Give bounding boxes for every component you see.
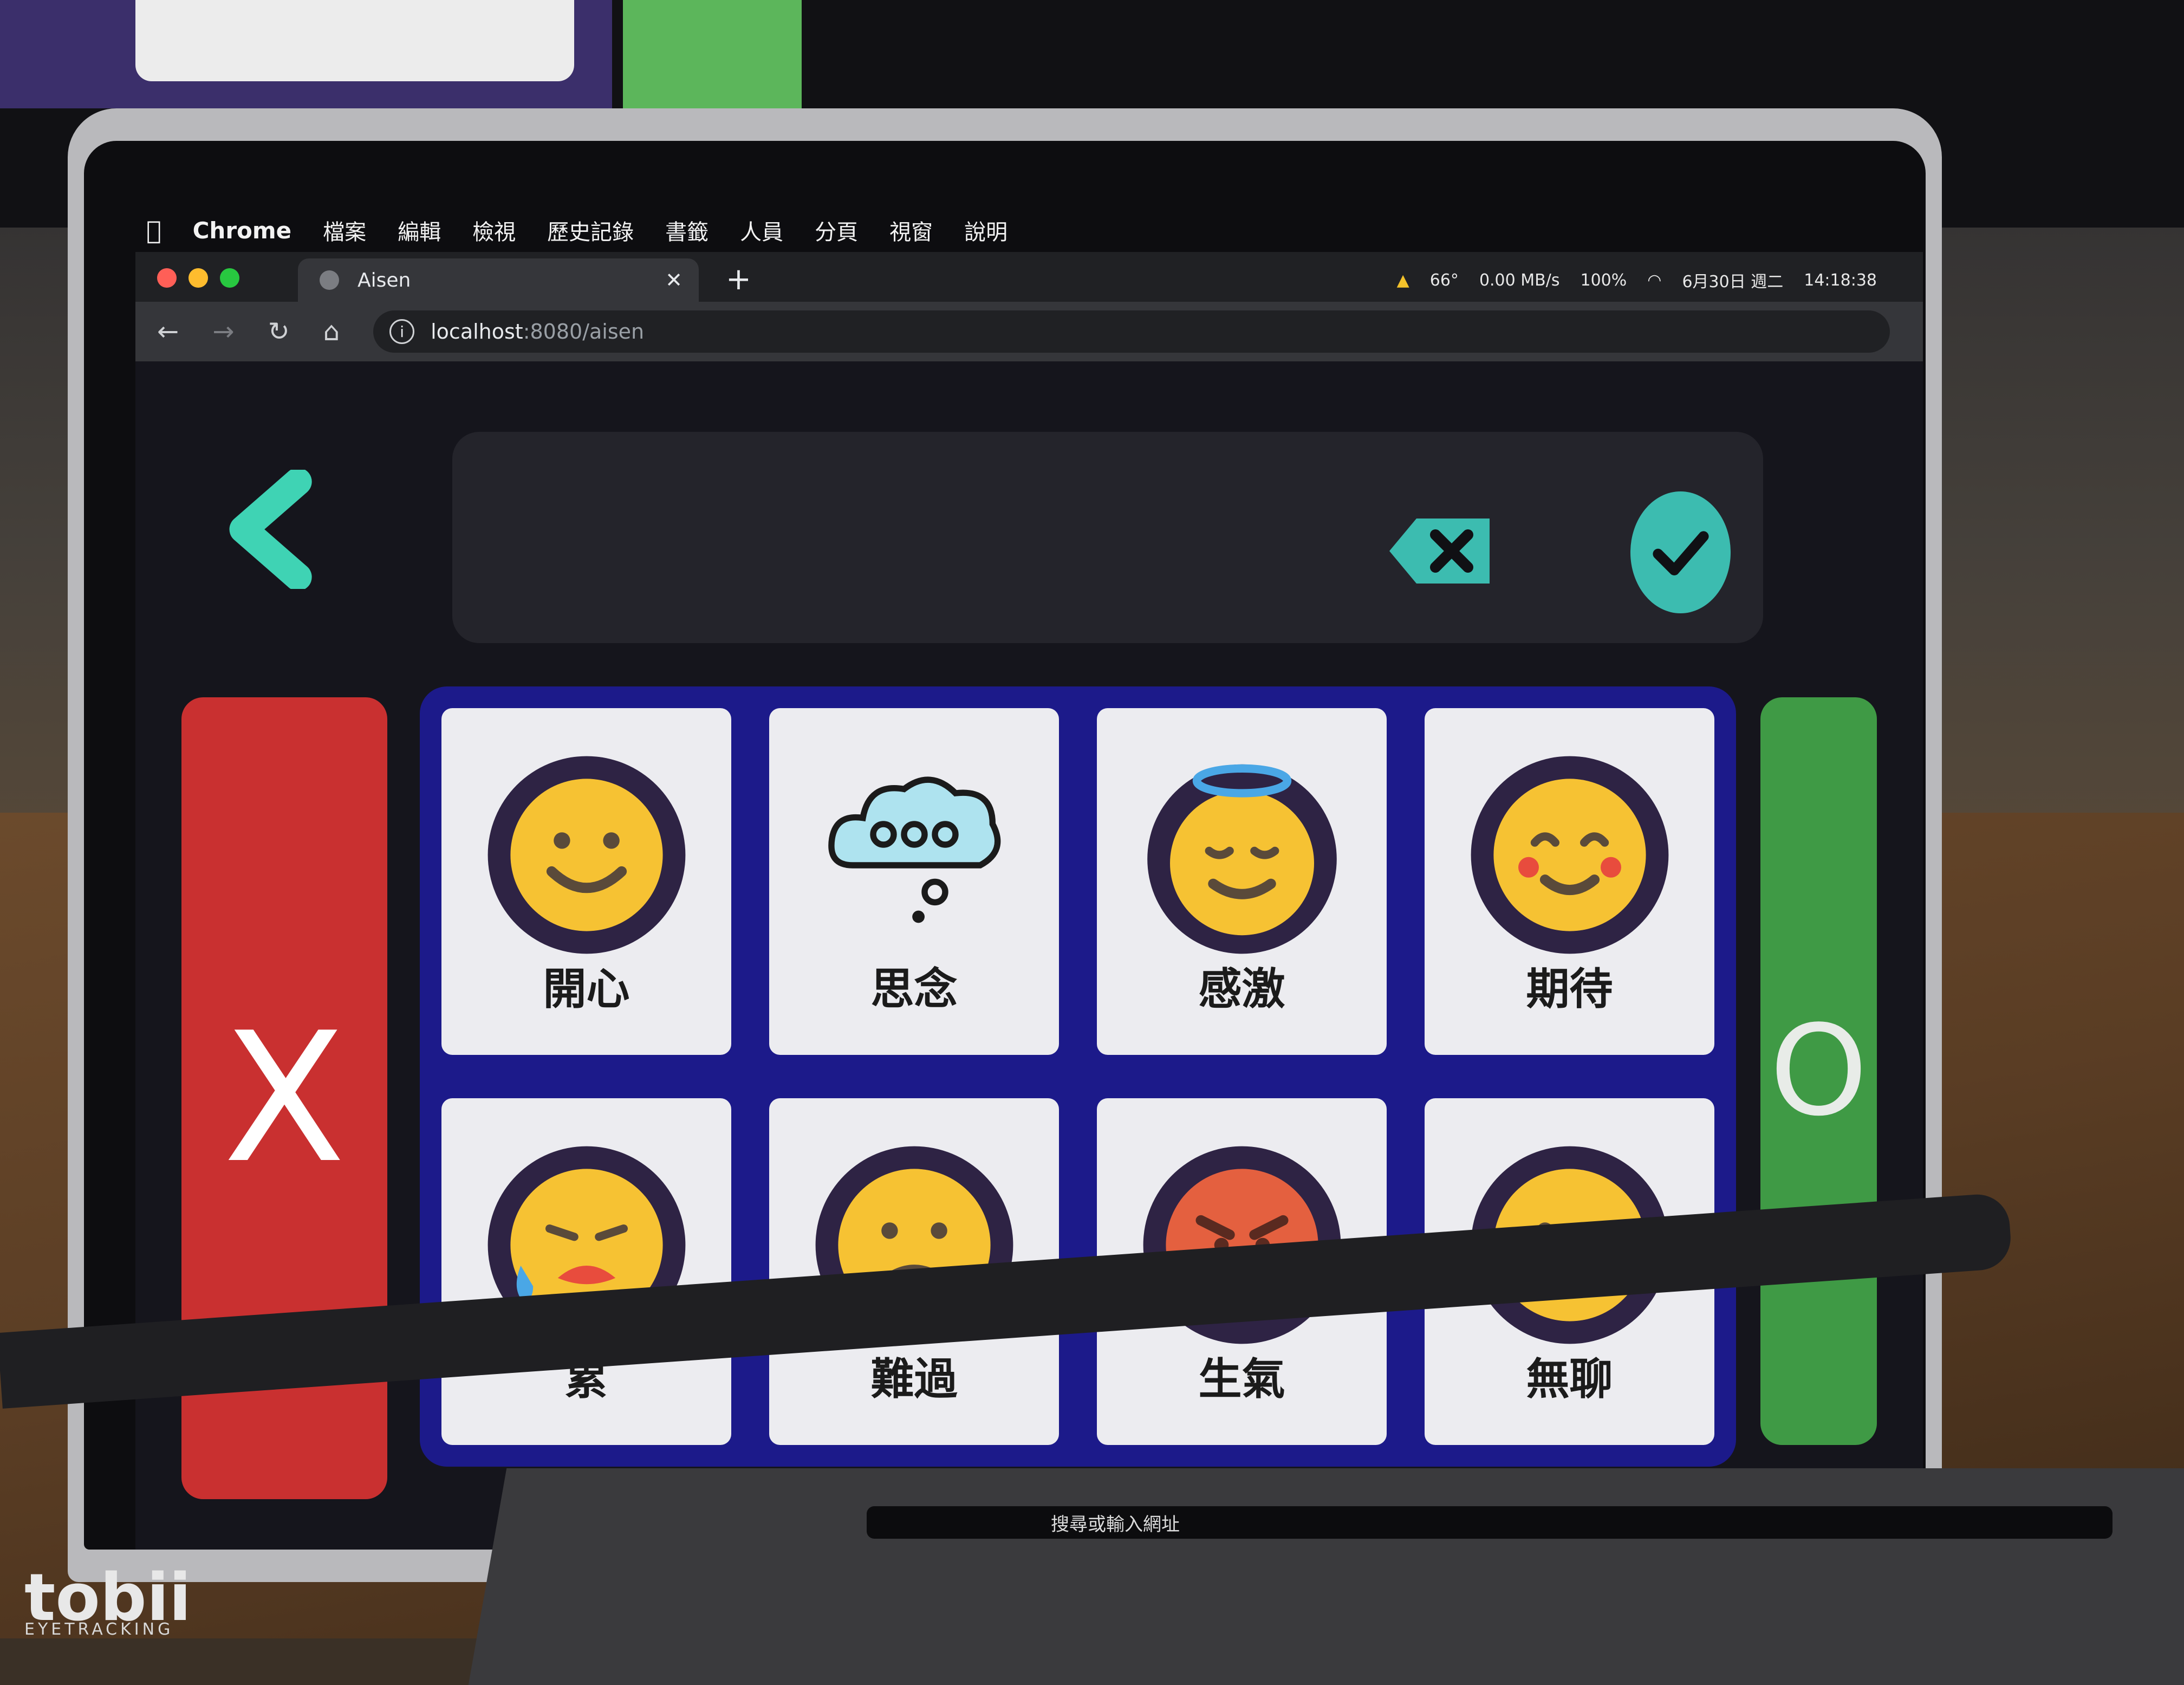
date-readout: 6月30日 週二 [1682,273,1784,291]
menubar-item-view[interactable]: 檢視 [472,215,516,246]
chrome-toolbar: ← → ↻ ⌂ i localhost :8080/aisen [135,302,1923,361]
touchbar-search[interactable]: 搜尋或輸入網址 [1051,1509,1180,1536]
status-bar: ▲ 66° 0.00 MB/s 100% ◠ 6月30日 週二 14:18:38 [1397,268,1877,292]
menubar-app-name[interactable]: Chrome [193,217,292,244]
happy-face-icon [487,756,685,954]
backspace-icon[interactable] [1387,513,1495,589]
home-icon[interactable]: ⌂ [323,316,340,347]
touch-bar[interactable]: 搜尋或輸入網址 [867,1506,2112,1539]
back-chevron-icon[interactable] [217,470,320,589]
emotion-label: 難過 [870,1354,958,1404]
menubar-item-bookmarks[interactable]: 書籤 [665,215,708,246]
wifi-icon[interactable]: ◠ [1647,271,1661,290]
temperature-readout: 66° [1429,270,1459,290]
emotion-card-grateful[interactable]: 感激 [1097,708,1387,1055]
tab-title: Aisen [358,269,411,291]
emotion-label: 思念 [870,964,958,1014]
address-bar[interactable]: i localhost :8080/aisen [373,310,1890,353]
emotion-label: 無聊 [1526,1354,1613,1404]
apple-icon[interactable]:  [146,216,161,245]
angel-face-icon [1147,764,1337,954]
emotion-label: 生氣 [1198,1354,1285,1404]
forward-arrow-icon[interactable]: → [212,316,234,347]
menubar-item-tab[interactable]: 分頁 [815,215,858,246]
tab-aisen[interactable]: Aisen ✕ [298,258,699,302]
window-controls [157,268,239,288]
network-readout: 0.00 MB/s [1479,270,1560,290]
emotion-card-happy[interactable]: 開心 [441,708,731,1055]
menubar-item-window[interactable]: 視窗 [889,215,933,246]
menubar-item-people[interactable]: 人員 [740,215,783,246]
new-tab-button[interactable]: + [726,262,751,297]
url-host: localhost [431,320,523,344]
menubar-item-edit[interactable]: 編輯 [398,215,441,246]
tobii-subtitle: EYETRACKING [24,1620,174,1639]
confirm-button[interactable] [1630,491,1731,613]
thought-cloud-icon [828,776,1000,923]
emotion-card-tired[interactable]: 累 [441,1098,731,1445]
menubar-item-file[interactable]: 檔案 [323,215,366,246]
close-tab-icon[interactable]: ✕ [665,268,682,292]
message-display [452,432,1763,643]
emotion-label: 期待 [1526,964,1613,1014]
close-window-button[interactable] [157,268,177,288]
macos-menubar:  Chrome 檔案 編輯 檢視 歷史記錄 書籤 人員 分頁 視窗 說明 [146,211,1882,249]
reload-icon[interactable]: ↻ [268,316,289,347]
emotion-label: 開心 [543,964,630,1014]
minimize-window-button[interactable] [188,268,208,288]
warning-icon: ▲ [1396,270,1409,290]
blushing-face-icon [1471,756,1668,954]
menubar-item-help[interactable]: 說明 [964,215,1007,246]
battery-readout: 100% [1580,270,1627,290]
emotion-card-miss[interactable]: 思念 [769,708,1059,1055]
zoom-window-button[interactable] [220,268,239,288]
url-path: :8080/aisen [523,320,645,344]
globe-icon [320,270,339,290]
checkmark-icon [1652,530,1709,575]
clock-readout: 14:18:38 [1804,270,1877,290]
back-arrow-icon[interactable]: ← [157,316,179,347]
info-icon[interactable]: i [389,319,415,344]
emotion-label: 感激 [1198,964,1285,1014]
menubar-item-history[interactable]: 歷史記錄 [547,215,634,246]
yes-button[interactable]: O [1760,697,1877,1445]
emotion-card-anticipate[interactable]: 期待 [1425,708,1714,1055]
laptop-keyboard [468,1468,2184,1685]
